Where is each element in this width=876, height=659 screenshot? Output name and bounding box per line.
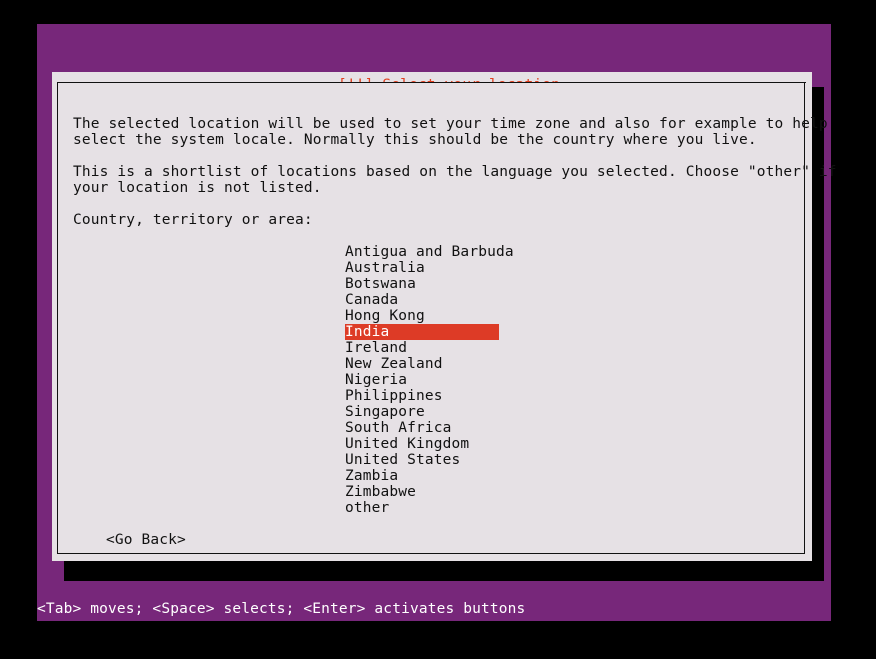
list-item[interactable]: South Africa (345, 420, 645, 436)
list-item[interactable]: other (345, 500, 645, 516)
list-item[interactable]: Ireland (345, 340, 645, 356)
list-item[interactable]: United States (345, 452, 645, 468)
go-back-button[interactable]: <Go Back> (106, 532, 186, 548)
list-item[interactable]: Zimbabwe (345, 484, 645, 500)
list-item[interactable]: Canada (345, 292, 645, 308)
description-paragraph-2: This is a shortlist of locations based o… (73, 164, 837, 196)
country-list[interactable]: Antigua and Barbuda Australia Botswana C… (345, 244, 645, 516)
list-item[interactable]: Philippines (345, 388, 645, 404)
country-field-label: Country, territory or area: (73, 212, 313, 228)
description-paragraph-1: The selected location will be used to se… (73, 116, 828, 148)
terminal-screen: [!!] Select your location The selected l… (0, 0, 876, 650)
list-item[interactable]: Singapore (345, 404, 645, 420)
list-item[interactable]: Australia (345, 260, 645, 276)
list-item[interactable]: Zambia (345, 468, 645, 484)
dialog-content-frame: The selected location will be used to se… (57, 82, 837, 554)
list-item[interactable]: Hong Kong (345, 308, 645, 324)
list-item[interactable]: Botswana (345, 276, 645, 292)
list-item[interactable]: New Zealand (345, 356, 645, 372)
list-item[interactable]: Nigeria (345, 372, 645, 388)
list-item-selected[interactable]: India (345, 324, 499, 340)
list-item[interactable]: United Kingdom (345, 436, 645, 452)
select-location-dialog: [!!] Select your location The selected l… (52, 72, 837, 561)
status-bar: <Tab> moves; <Space> selects; <Enter> ac… (37, 599, 831, 619)
list-item[interactable]: Antigua and Barbuda (345, 244, 645, 260)
status-bar-text: <Tab> moves; <Space> selects; <Enter> ac… (37, 601, 526, 617)
